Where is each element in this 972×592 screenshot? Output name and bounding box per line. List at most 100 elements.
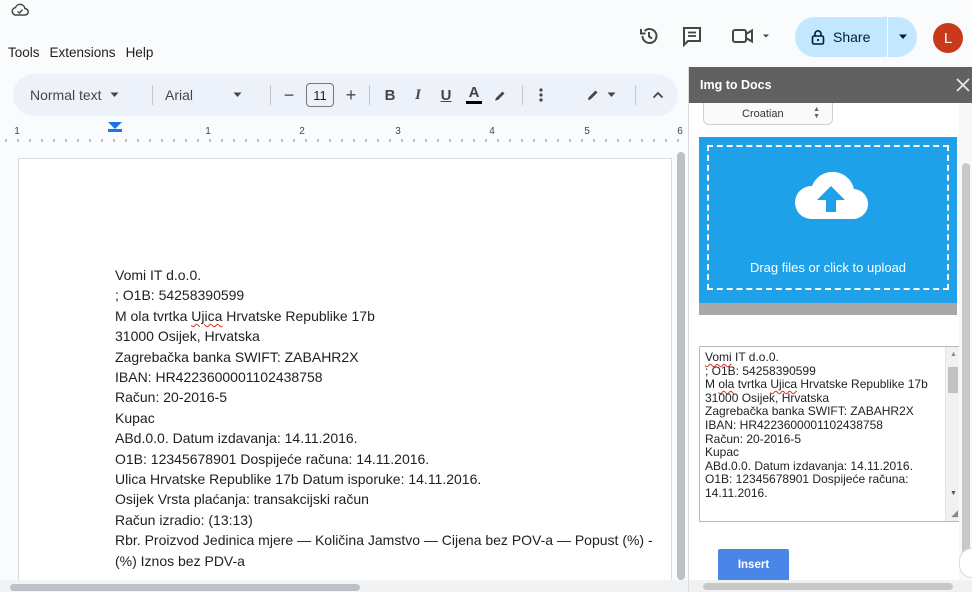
insert-button[interactable]: Insert xyxy=(718,549,789,581)
result-line: IBAN: HR4223600001102438758 xyxy=(705,417,883,432)
document-body[interactable]: Vomi IT d.o.0. ; O1B: 54258390599 M ola … xyxy=(115,265,665,571)
comments-icon[interactable] xyxy=(680,24,704,48)
panel-header: Img to Docs xyxy=(689,67,972,103)
resize-grip-icon[interactable]: ◢ xyxy=(951,508,958,519)
scrollbar-thumb[interactable] xyxy=(677,152,685,580)
doc-line: ABd.0.0. Datum izdavanja: 14.11.2016. xyxy=(115,430,358,447)
caret-down-icon xyxy=(607,92,615,97)
share-button-group: Share xyxy=(795,17,917,57)
document-page[interactable]: Vomi IT d.o.0. ; O1B: 54258390599 M ola … xyxy=(18,158,672,592)
menu-extensions[interactable]: Extensions xyxy=(50,43,116,62)
result-line: ; O1B: 54258390599 xyxy=(705,363,816,378)
share-button[interactable]: Share xyxy=(795,17,887,57)
toolbar-divider xyxy=(635,85,636,105)
document-horizontal-scrollbar[interactable] xyxy=(0,580,688,592)
pencil-icon xyxy=(587,90,597,100)
share-options-button[interactable] xyxy=(888,17,917,57)
cloud-saved-icon[interactable] xyxy=(10,2,30,18)
underline-button[interactable]: U xyxy=(432,74,460,116)
doc-line: IBAN: HR4223600001102438758 xyxy=(115,369,323,386)
doc-text-segment: M ola tvrtka xyxy=(115,307,192,324)
meet-video-icon[interactable] xyxy=(730,24,776,48)
editing-mode-dropdown[interactable] xyxy=(571,74,629,116)
app-window: Tools Extensions Help Share L Normal tex… xyxy=(0,0,972,592)
text-area-scrollbar[interactable]: ▲ ▼ xyxy=(945,347,960,521)
paragraph-style-value: Normal text xyxy=(30,87,102,103)
doc-line: Kupac xyxy=(115,409,155,426)
collapse-toolbar-button[interactable] xyxy=(646,74,670,116)
toolbar-divider xyxy=(369,85,370,105)
menu-tools[interactable]: Tools xyxy=(8,43,40,62)
upload-progress-bar xyxy=(699,303,957,315)
ruler-label: 1 xyxy=(205,126,211,137)
text-color-swatch xyxy=(466,101,482,104)
recognized-text-area[interactable]: Vomi IT d.o.0. ; O1B: 54258390599 M ola … xyxy=(699,346,961,522)
result-line: M ola tvrtka Ujica Hrvatske Republike 17… xyxy=(705,377,939,392)
panel-vertical-scrollbar[interactable] xyxy=(959,103,972,592)
increase-font-size-button[interactable]: + xyxy=(339,74,363,116)
highlight-color-button[interactable] xyxy=(488,74,512,116)
scroll-up-arrow-icon[interactable]: ▲ xyxy=(950,351,957,358)
decrease-font-size-button[interactable]: − xyxy=(277,74,301,116)
toolbar-divider xyxy=(270,85,271,105)
result-line: Vomi IT d.o.0. xyxy=(705,350,939,365)
bold-button[interactable]: B xyxy=(376,74,404,116)
font-size-input[interactable]: 11 xyxy=(306,83,334,107)
img-to-docs-panel: Img to Docs Croatian ▲ ▼ Drag files or cl… xyxy=(688,67,972,592)
ruler-label: 5 xyxy=(584,126,590,137)
spelling-error-word: ola xyxy=(718,377,735,392)
dropzone-border: Drag files or click to upload xyxy=(707,145,949,290)
panel-title: Img to Docs xyxy=(700,78,772,92)
ruler-label: 3 xyxy=(395,126,401,137)
result-text-segment: IT d.o.0. xyxy=(731,350,779,364)
document-canvas[interactable]: Vomi IT d.o.0. ; O1B: 54258390599 M ola … xyxy=(0,150,688,592)
doc-line: Ulica Hrvatske Republike 17b Datum ispor… xyxy=(115,471,482,488)
doc-line: Račun: 20-2016-5 xyxy=(115,389,228,406)
cloud-upload-icon xyxy=(795,171,868,220)
doc-line: Račun izradio: (13:13) xyxy=(115,511,253,528)
paragraph-style-dropdown[interactable]: Normal text xyxy=(13,74,146,116)
more-options-button[interactable] xyxy=(529,74,553,116)
ruler-label: 4 xyxy=(489,126,495,137)
result-line: O1B: 12345678901 Dospijeće računa: 14.11… xyxy=(705,472,909,500)
chevron-up-icon xyxy=(652,91,664,99)
spelling-error-word[interactable]: Ujica xyxy=(191,308,222,324)
panel-horizontal-scrollbar[interactable] xyxy=(689,580,972,592)
doc-line: Zagrebačka banka SWIFT: ZABAHR2X xyxy=(115,348,359,365)
upload-dropzone[interactable]: Drag files or click to upload xyxy=(699,137,957,303)
spelling-error-word: Ujica xyxy=(770,377,798,392)
ruler-label: 6 xyxy=(677,126,683,137)
doc-text-segment: Hrvatske Republike 17b xyxy=(222,307,375,324)
version-history-icon[interactable] xyxy=(637,24,661,48)
result-line: Račun: 20-2016-5 xyxy=(705,431,802,446)
text-color-letter: A xyxy=(468,84,480,101)
italic-button[interactable]: I xyxy=(404,74,432,116)
language-select[interactable]: Croatian ▲ ▼ xyxy=(703,103,833,125)
close-icon[interactable] xyxy=(953,75,972,95)
scrollbar-thumb[interactable] xyxy=(962,163,970,568)
font-family-dropdown[interactable]: Arial xyxy=(159,74,264,116)
font-size-field-wrap: 11 xyxy=(301,74,339,116)
top-bar: Tools Extensions Help Share L xyxy=(0,0,972,72)
document-vertical-scrollbar[interactable] xyxy=(676,150,686,580)
result-line: 31000 Osijek, Hrvatska xyxy=(705,390,830,405)
doc-line: Osijek Vrsta plaćanja: transakcijski rač… xyxy=(115,491,369,508)
formatting-toolbar: Normal text Arial − 11 + B I U A xyxy=(13,74,678,116)
share-label: Share xyxy=(833,29,871,45)
text-color-button[interactable]: A xyxy=(460,74,488,116)
select-arrows-icon: ▲ ▼ xyxy=(813,106,820,120)
doc-line: M ola tvrtka Ujica Hrvatske Republike 17… xyxy=(115,306,665,326)
recognized-text: Vomi IT d.o.0. ; O1B: 54258390599 M ola … xyxy=(705,350,939,501)
more-vert-icon xyxy=(539,88,543,102)
spelling-error-word: Vomi xyxy=(705,350,732,364)
scrollbar-thumb[interactable] xyxy=(948,367,958,393)
scrollbar-thumb[interactable] xyxy=(10,584,360,591)
toolbar-divider xyxy=(152,85,153,105)
scroll-down-arrow-icon[interactable]: ▼ xyxy=(950,490,957,497)
first-line-indent-marker[interactable] xyxy=(108,129,122,132)
caret-down-icon xyxy=(110,92,119,97)
menu-help[interactable]: Help xyxy=(126,43,154,62)
scrollbar-thumb[interactable] xyxy=(703,583,953,590)
user-avatar[interactable]: L xyxy=(933,23,963,53)
horizontal-ruler[interactable]: 1 1 2 3 4 5 6 xyxy=(0,119,688,149)
